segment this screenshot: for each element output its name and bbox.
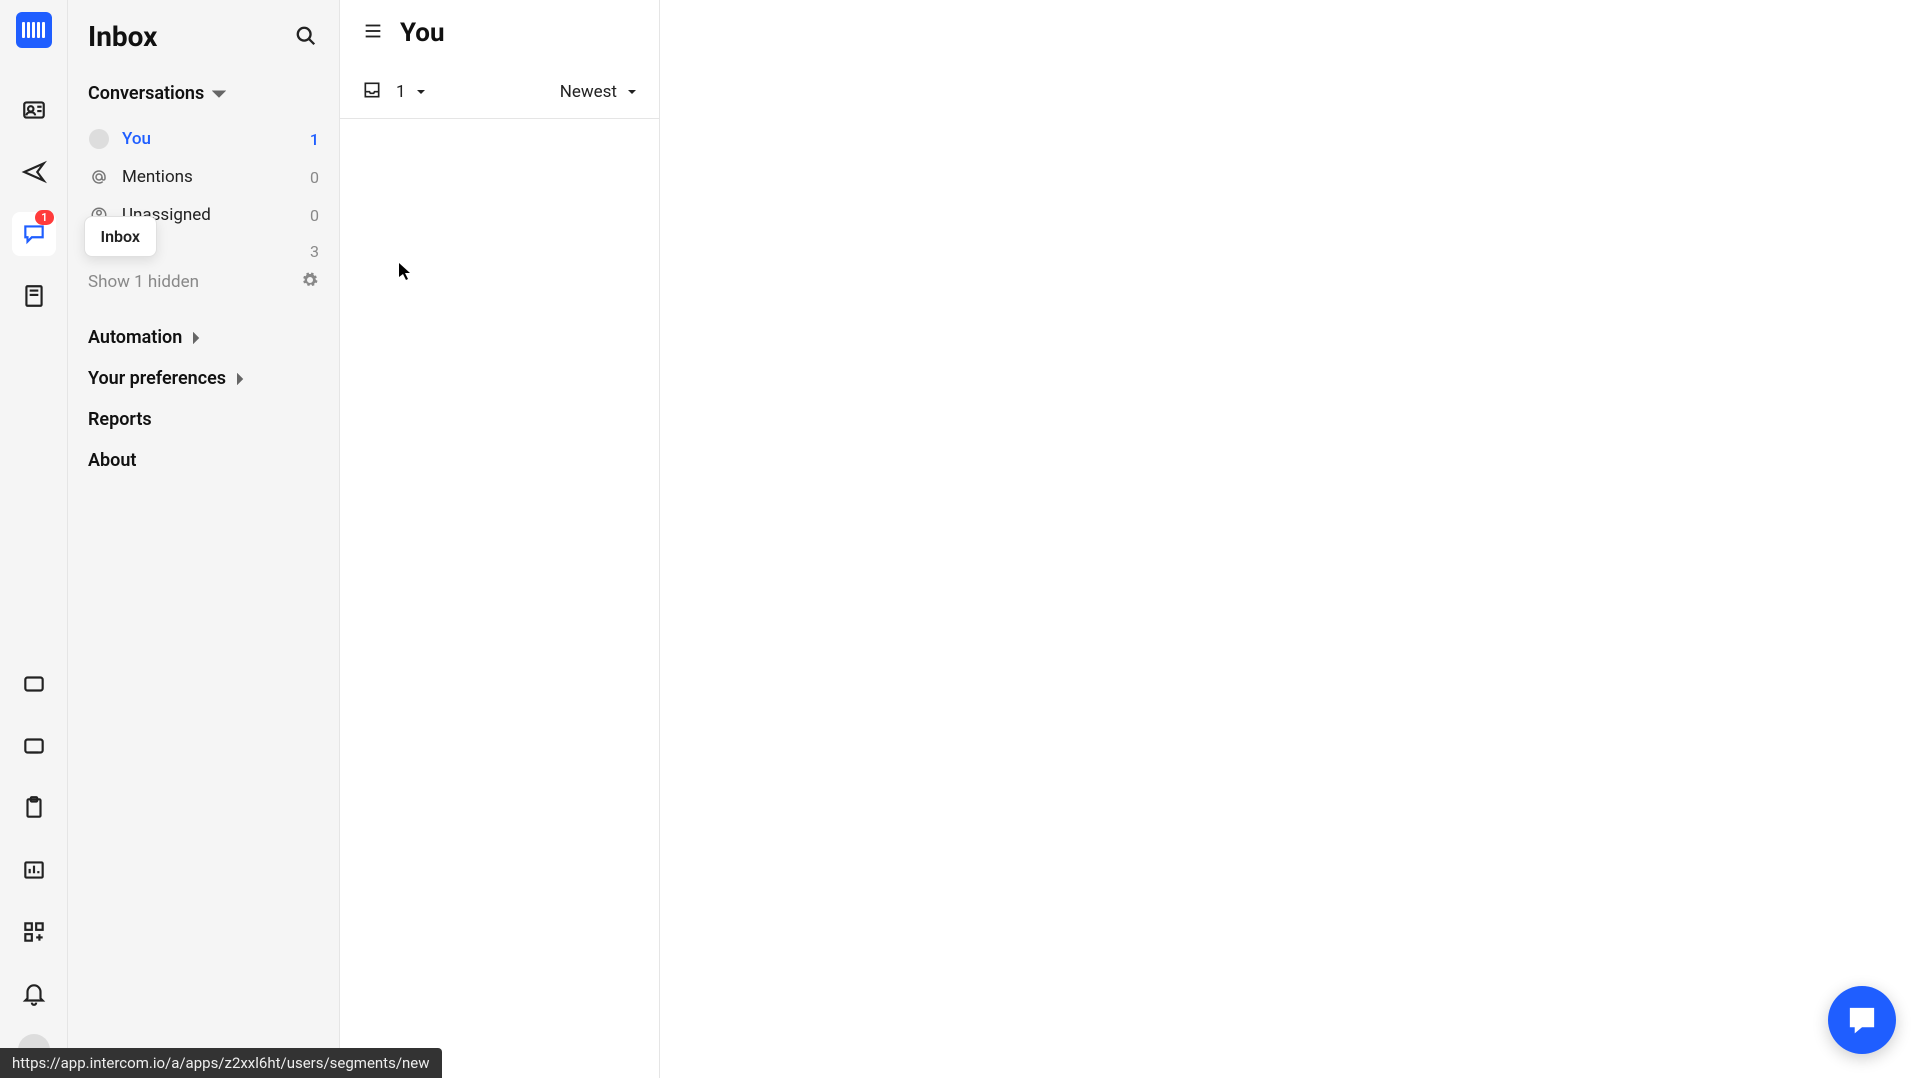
inbox-filter-button[interactable] — [362, 80, 382, 104]
toggle-sidebar-button[interactable] — [362, 20, 384, 46]
intercom-logo[interactable] — [16, 12, 52, 48]
nav-count: 0 — [310, 168, 319, 187]
operator-icon — [21, 733, 47, 759]
search-icon — [295, 25, 317, 47]
nav-messages[interactable] — [12, 662, 56, 706]
nav-outbound[interactable] — [12, 150, 56, 194]
sidebar-item-mentions[interactable]: Mentions 0 — [88, 158, 319, 196]
messenger-icon — [1845, 1003, 1879, 1037]
nav-contacts[interactable] — [12, 88, 56, 132]
automation-link[interactable]: Automation — [88, 317, 319, 358]
gear-icon — [301, 271, 319, 289]
preferences-link[interactable]: Your preferences — [88, 358, 319, 399]
logo-bars-icon — [22, 22, 45, 38]
reports-label: Reports — [88, 409, 152, 430]
conversations-label: Conversations — [88, 83, 204, 104]
automation-label: Automation — [88, 327, 182, 348]
nav-articles[interactable] — [12, 274, 56, 318]
message-icon — [21, 671, 47, 697]
sort-value: Newest — [560, 82, 617, 102]
messenger-launcher[interactable] — [1828, 986, 1896, 1054]
sort-filter[interactable]: Newest — [560, 82, 637, 102]
bell-icon — [21, 981, 47, 1007]
caret-down-icon — [627, 87, 637, 97]
clipboard-icon — [21, 795, 47, 821]
settings-button[interactable] — [301, 271, 319, 293]
send-icon — [21, 159, 47, 185]
tray-icon — [362, 80, 382, 100]
sidebar-item-you[interactable]: You 1 — [88, 120, 319, 158]
contacts-icon — [21, 97, 47, 123]
nav-notifications[interactable] — [12, 972, 56, 1016]
count-value: 1 — [396, 82, 406, 102]
status-bar-url: https://app.intercom.io/a/apps/z2xxl6ht/… — [0, 1048, 442, 1078]
nav-count: 0 — [310, 206, 319, 225]
preferences-label: Your preferences — [88, 368, 226, 389]
sidebar: Inbox Conversations You 1 Mentions 0 Una… — [68, 0, 340, 1078]
search-button[interactable] — [295, 25, 319, 49]
chart-icon — [21, 857, 47, 883]
avatar-icon — [89, 129, 109, 149]
nav-count: 1 — [310, 130, 319, 149]
nav-reports[interactable] — [12, 848, 56, 892]
caret-down-icon — [416, 87, 426, 97]
hamburger-icon — [362, 20, 384, 42]
conversation-detail — [660, 0, 1920, 1078]
reports-link[interactable]: Reports — [88, 399, 319, 440]
inbox-tooltip: Inbox — [84, 216, 158, 257]
chevron-down-icon — [212, 87, 226, 101]
sidebar-title: Inbox — [88, 20, 157, 53]
count-filter[interactable]: 1 — [396, 82, 426, 102]
conversation-list-panel: You 1 Newest — [340, 0, 660, 1078]
chevron-right-icon — [190, 332, 202, 344]
inbox-badge: 1 — [35, 210, 53, 225]
show-hidden-link[interactable]: Show 1 hidden — [88, 272, 199, 292]
about-link[interactable]: About — [88, 440, 319, 481]
about-label: About — [88, 450, 136, 471]
mention-icon — [88, 166, 110, 188]
nav-label: Mentions — [122, 167, 310, 187]
nav-rail: 1 Inbox — [0, 0, 68, 1078]
nav-operator[interactable] — [12, 724, 56, 768]
apps-icon — [21, 919, 47, 945]
conversations-section[interactable]: Conversations — [88, 83, 319, 104]
nav-apps[interactable] — [12, 910, 56, 954]
nav-count: 3 — [310, 242, 319, 261]
nav-inbox[interactable]: 1 Inbox — [12, 212, 56, 256]
article-icon — [21, 283, 47, 309]
chevron-right-icon — [234, 373, 246, 385]
nav-tasks[interactable] — [12, 786, 56, 830]
nav-label: You — [122, 129, 310, 149]
main-title: You — [400, 18, 445, 48]
